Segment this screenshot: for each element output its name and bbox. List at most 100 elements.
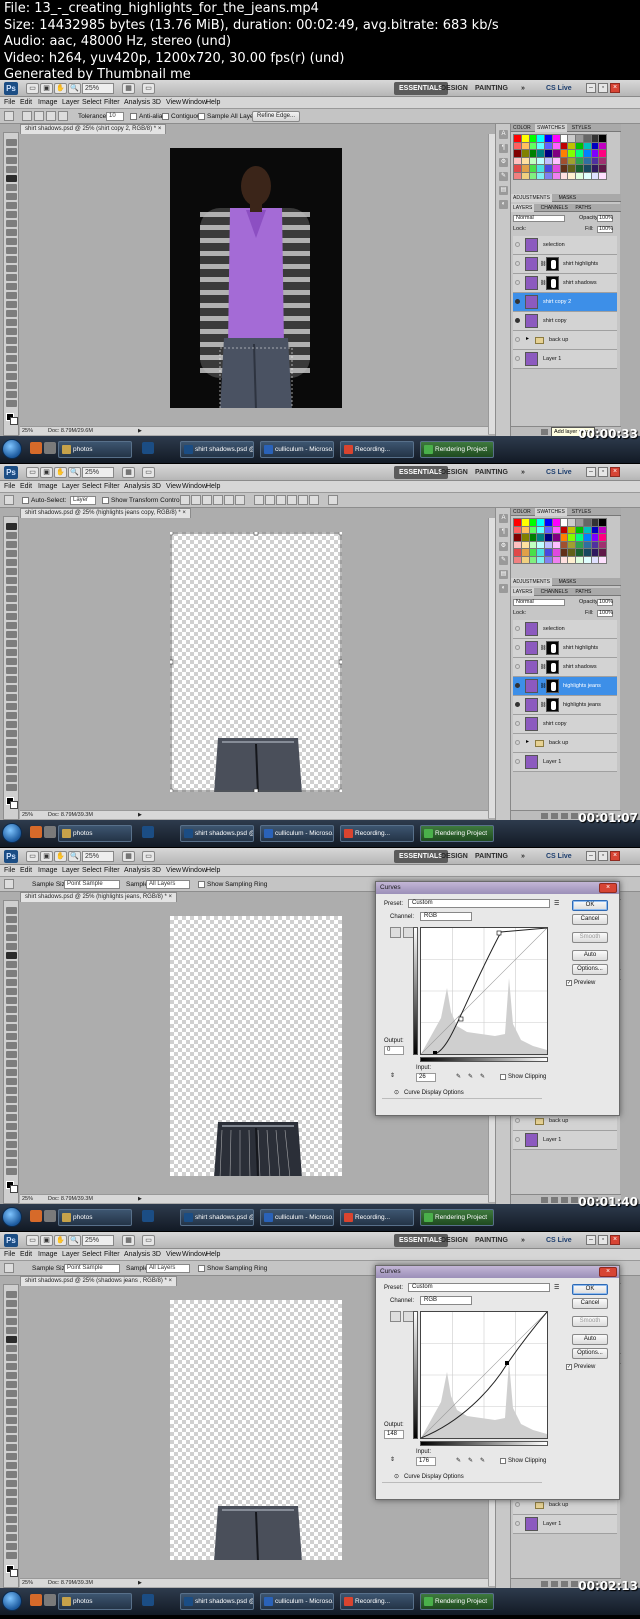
color-swatch[interactable] xyxy=(583,519,591,526)
preview-checkbox[interactable]: ✓ xyxy=(566,980,572,986)
tool-icon[interactable] xyxy=(6,916,17,923)
transform-handle[interactable] xyxy=(170,532,174,536)
color-swatch[interactable] xyxy=(591,526,599,533)
tool-icon[interactable] xyxy=(6,703,17,710)
tool-icon[interactable] xyxy=(6,1291,17,1298)
tool-icon[interactable] xyxy=(6,157,17,164)
panel-tab-swatches[interactable]: SWATCHES xyxy=(535,508,567,516)
tool-icon[interactable] xyxy=(6,1507,17,1514)
color-swatch[interactable] xyxy=(599,157,606,164)
quick-launch-icon[interactable] xyxy=(44,1210,56,1222)
layer-mask-thumbnail[interactable] xyxy=(546,698,559,712)
taskbar-task-5[interactable]: Rendering Project xyxy=(420,441,494,458)
color-swatch[interactable] xyxy=(599,142,606,149)
color-swatch[interactable] xyxy=(529,135,537,142)
arrange-documents-icon[interactable]: ▦ xyxy=(122,467,135,478)
menu-analysis[interactable]: Analysis xyxy=(124,481,150,493)
tool-icon[interactable] xyxy=(6,1543,17,1550)
tool-preset-icon[interactable] xyxy=(4,111,14,121)
menu-filter[interactable]: Filter xyxy=(104,97,120,109)
tool-icon[interactable] xyxy=(6,775,17,782)
blend-mode-dropdown[interactable]: Normal xyxy=(513,599,565,606)
adj-icon[interactable] xyxy=(571,1197,578,1203)
eyedropper-white-icon[interactable]: ✎ xyxy=(480,1457,485,1465)
tool-icon[interactable] xyxy=(6,943,17,950)
panel-tab-masks[interactable]: MASKS xyxy=(557,194,579,202)
color-swatch[interactable] xyxy=(560,549,568,556)
tool-icon[interactable] xyxy=(6,1132,17,1139)
tool-icon[interactable] xyxy=(6,202,17,209)
tool-icon[interactable] xyxy=(6,721,17,728)
workspace-design-button[interactable]: DESIGN xyxy=(436,1234,473,1247)
color-swatch[interactable] xyxy=(568,157,575,164)
tool-icon[interactable] xyxy=(6,586,17,593)
color-swatch[interactable] xyxy=(521,519,529,526)
eyedropper-gray-icon[interactable]: ✎ xyxy=(468,1073,473,1081)
eye-visibility-icon[interactable] xyxy=(515,1521,520,1526)
layer-row[interactable]: shirt copy 2 xyxy=(513,293,617,312)
expand-display-options-icon[interactable]: ⊙ xyxy=(394,1473,399,1481)
auto-button[interactable]: Auto xyxy=(572,1334,608,1345)
color-swatch[interactable] xyxy=(529,541,537,548)
tool-icon[interactable] xyxy=(6,550,17,557)
color-swatch[interactable] xyxy=(521,142,529,149)
hand-icon[interactable]: ✋ xyxy=(54,83,67,94)
quick-launch-icon[interactable] xyxy=(44,826,56,838)
collapsed-panel-icon[interactable]: ⚙ xyxy=(499,542,508,551)
color-swatch[interactable] xyxy=(545,526,552,533)
align-icon[interactable] xyxy=(202,495,212,505)
color-swatch[interactable] xyxy=(560,135,568,142)
tool-icon[interactable] xyxy=(6,730,17,737)
preset-dropdown[interactable]: Custom xyxy=(408,1283,550,1292)
distribute-icon[interactable] xyxy=(254,495,264,505)
background-color-swatch[interactable] xyxy=(10,801,18,809)
menu-view[interactable]: View xyxy=(166,481,181,493)
layer-row[interactable]: Layer 1 xyxy=(513,350,617,369)
align-icon[interactable] xyxy=(235,495,245,505)
menu-analysis[interactable]: Analysis xyxy=(124,865,150,877)
menu-file[interactable]: File xyxy=(4,481,15,493)
color-swatch[interactable] xyxy=(552,157,560,164)
expand-arrow-icon[interactable]: ▸ xyxy=(526,335,529,342)
menu-image[interactable]: Image xyxy=(38,1249,57,1261)
layer-row[interactable]: ⛓ shirt highlights xyxy=(513,639,617,658)
tool-icon[interactable] xyxy=(6,382,17,389)
menu-file[interactable]: File xyxy=(4,97,15,109)
tool-icon[interactable] xyxy=(6,934,17,941)
background-color-swatch[interactable] xyxy=(10,417,18,425)
panel-tab-color[interactable]: COLOR xyxy=(511,124,533,132)
photoshop-quicklaunch-icon[interactable] xyxy=(142,1594,154,1606)
firefox-icon[interactable] xyxy=(30,442,42,454)
color-swatch[interactable] xyxy=(521,549,529,556)
collapsed-panel-icon[interactable]: A xyxy=(499,514,508,523)
color-swatch[interactable] xyxy=(514,549,521,556)
more-workspaces-button[interactable]: » xyxy=(516,82,530,95)
color-swatch[interactable] xyxy=(529,165,537,172)
color-swatch[interactable] xyxy=(552,519,560,526)
color-swatch[interactable] xyxy=(560,556,568,563)
color-swatch[interactable] xyxy=(545,157,552,164)
ok-button[interactable]: OK xyxy=(572,1284,608,1295)
panel-tab-adjustments[interactable]: ADJUSTMENTS xyxy=(511,194,552,202)
more-workspaces-button[interactable]: » xyxy=(516,850,530,863)
tool-icon[interactable] xyxy=(6,1336,17,1343)
color-swatch[interactable] xyxy=(514,556,521,563)
tool-preset-icon[interactable] xyxy=(4,495,14,505)
menu-file[interactable]: File xyxy=(4,1249,15,1261)
document-canvas[interactable] xyxy=(170,1300,342,1560)
mb-icon[interactable]: ▣ xyxy=(40,1235,53,1246)
anti-alias-checkbox[interactable] xyxy=(130,113,137,120)
eye-visibility-icon[interactable] xyxy=(515,318,520,323)
options-button[interactable]: Options... xyxy=(572,1348,608,1359)
sample-size-dropdown[interactable]: Point Sample xyxy=(64,880,120,889)
tool-icon[interactable] xyxy=(6,1363,17,1370)
preset-dropdown[interactable]: Custom xyxy=(408,899,550,908)
tool-icon[interactable] xyxy=(6,1516,17,1523)
color-swatch[interactable] xyxy=(514,534,521,541)
color-swatch[interactable] xyxy=(537,142,544,149)
tool-icon[interactable] xyxy=(6,631,17,638)
menu-image[interactable]: Image xyxy=(38,865,57,877)
tool-icon[interactable] xyxy=(6,193,17,200)
zoom-icon[interactable]: 🔍 xyxy=(68,83,81,94)
color-swatch[interactable] xyxy=(514,135,521,142)
